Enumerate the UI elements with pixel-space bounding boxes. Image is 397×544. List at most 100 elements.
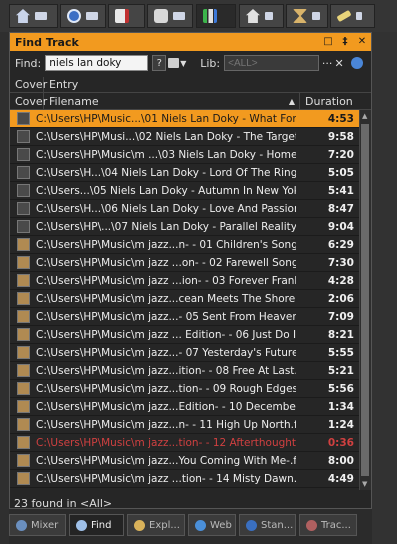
maximize-icon[interactable]: □ <box>323 35 333 47</box>
track-row[interactable]: C:\Users\HP\Music\m ...\03 Niels Lan Dok… <box>10 146 359 164</box>
home-icon <box>246 9 260 23</box>
duration-cell: 8:00 <box>327 454 354 467</box>
track-row[interactable]: C:\Users\HP\Music\m jazz...uture - studi… <box>10 488 359 490</box>
track-row[interactable]: C:\Users\HP\Music\m jazz ...on- - 02 Far… <box>10 254 359 272</box>
duration-cell: 5:56 <box>327 382 354 395</box>
duration-cell: 7:30 <box>327 256 354 269</box>
track-row[interactable]: C:\Users\HP\Music\m jazz...ition- - 08 F… <box>10 362 359 380</box>
cover-cell <box>10 364 36 377</box>
tab-music-file[interactable] <box>108 4 145 28</box>
folder-icon <box>168 58 180 68</box>
bottom-tab-stan[interactable]: Stan... <box>239 514 296 536</box>
filename-column-header[interactable]: Filename ▲ <box>44 93 300 109</box>
find-input[interactable] <box>45 55 149 71</box>
track-row[interactable]: C:\Users\H...\04 Niels Lan Doky - Lord O… <box>10 164 359 182</box>
cover-group-header[interactable]: Cover <box>10 77 47 92</box>
track-row[interactable]: C:\Users\HP\Music...\01 Niels Lan Doky -… <box>10 110 359 128</box>
filename-cell: C:\Users\HP\Music\m ...\03 Niels Lan Dok… <box>36 148 296 161</box>
track-row[interactable]: C:\Users...\05 Niels Lan Doky - Autumn I… <box>10 182 359 200</box>
tab-notes[interactable] <box>330 4 375 28</box>
bottom-tab-expl[interactable]: Expl... <box>127 514 185 536</box>
tab-clock[interactable] <box>60 4 106 28</box>
track-row[interactable]: C:\Users\HP\Musi...\02 Niels Lan Doky - … <box>10 128 359 146</box>
search-options-icon[interactable] <box>351 57 364 69</box>
library-clear-button[interactable]: ✕ <box>333 55 345 71</box>
filename-cell: C:\Users\HP\Music\m jazz ...ion- - 03 Fo… <box>36 274 296 287</box>
filter-dropdown-button[interactable]: ▼ <box>168 55 192 71</box>
help-button[interactable]: ? <box>152 55 167 71</box>
track-row[interactable]: C:\Users\HP\Music\m jazz...- 05 Sent Fro… <box>10 308 359 326</box>
track-list[interactable]: C:\Users\HP\Music...\01 Niels Lan Doky -… <box>10 110 359 490</box>
duration-cell: 4:28 <box>327 274 354 287</box>
duration-column-header[interactable]: Duration <box>300 93 371 109</box>
library-browse-button[interactable]: ··· <box>321 55 333 71</box>
filename-cell: C:\Users\HP\Music\m jazz...- 07 Yesterda… <box>36 346 296 359</box>
track-row[interactable]: C:\Users\HP\Music\m jazz...You Coming Wi… <box>10 452 359 470</box>
scrollbar-thumb[interactable] <box>361 124 369 476</box>
tab-hourglass[interactable] <box>286 4 328 28</box>
album-cover-thumbnail <box>16 220 30 233</box>
cover-cell <box>10 418 36 431</box>
cover-cell <box>10 148 36 161</box>
track-row[interactable]: C:\Users\H...\06 Niels Lan Doky - Love A… <box>10 200 359 218</box>
cover-cell <box>10 220 36 233</box>
close-icon[interactable]: ✕ <box>357 35 367 47</box>
bottom-tab-trac[interactable]: Trac... <box>299 514 357 536</box>
album-cover-thumbnail <box>16 166 30 179</box>
scroll-down-icon[interactable]: ▼ <box>362 480 367 488</box>
duration-cell: 5:05 <box>327 166 354 179</box>
library-input[interactable] <box>224 55 320 71</box>
duration-cell: 4:53 <box>327 112 354 125</box>
album-cover-thumbnail <box>16 328 30 341</box>
track-row[interactable]: C:\Users\HP\Music\m jazz ... Edition- - … <box>10 326 359 344</box>
duration-cell: 9:58 <box>327 130 354 143</box>
cover-cell <box>10 112 36 125</box>
track-row[interactable]: C:\Users\HP\Music\m jazz ...ion- - 03 Fo… <box>10 272 359 290</box>
cover-column-header[interactable]: Cover <box>10 93 47 109</box>
lib-label: Lib: <box>200 56 221 70</box>
home-icon <box>16 9 30 23</box>
tab-disc[interactable] <box>147 4 193 28</box>
duration-cell: 4:49 <box>327 472 354 485</box>
track-row[interactable]: C:\Users\HP\Music\m jazz...n- - 11 High … <box>10 416 359 434</box>
explorer-icon <box>134 519 145 531</box>
track-row[interactable]: C:\Users\HP\Music\m jazz...n- - 01 Child… <box>10 236 359 254</box>
duration-cell: 1:34 <box>327 400 354 413</box>
filename-cell: C:\Users\HP\Music\m jazz...n- - 11 High … <box>36 418 296 431</box>
top-tab-bar <box>0 0 397 32</box>
bottom-tab-find[interactable]: Find <box>69 514 124 536</box>
scroll-up-icon[interactable]: ▲ <box>362 112 367 120</box>
entry-group-header[interactable]: Entry <box>44 77 371 92</box>
album-cover-thumbnail <box>16 400 30 413</box>
album-cover-thumbnail <box>16 346 30 359</box>
track-row[interactable]: C:\Users\HP\Music\m jazz ...tion- - 14 M… <box>10 470 359 488</box>
track-row[interactable]: C:\Users\HP\Music\m jazz...tion- - 09 Ro… <box>10 380 359 398</box>
chevron-down-icon: ▼ <box>180 58 187 68</box>
track-row[interactable]: C:\Users\HP\Music\m jazz...cean Meets Th… <box>10 290 359 308</box>
panel-titlebar: Find Track □ ‡ ✕ <box>10 33 371 51</box>
album-cover-thumbnail <box>16 202 30 215</box>
pin-icon[interactable]: ‡ <box>340 35 350 47</box>
track-row[interactable]: C:\Users\HP\...\07 Niels Lan Doky - Para… <box>10 218 359 236</box>
clock-icon <box>67 9 81 23</box>
disc-icon <box>154 9 168 23</box>
filename-cell: C:\Users\HP\Music\m jazz...You Coming Wi… <box>36 454 296 467</box>
track-list-scrollbar[interactable]: ▲ ▼ <box>359 110 371 490</box>
duration-cell: 7:09 <box>327 310 354 323</box>
tab-home[interactable] <box>9 4 58 28</box>
duration-cell: 7:20 <box>327 148 354 161</box>
track-row[interactable]: C:\Users\HP\Music\m jazz...Edition- - 10… <box>10 398 359 416</box>
bottom-tab-mixer[interactable]: Mixer <box>9 514 66 536</box>
track-row[interactable]: C:\Users\HP\Music\m jazz...tion- - 12 Af… <box>10 434 359 452</box>
track-row[interactable]: C:\Users\HP\Music\m jazz...- 07 Yesterda… <box>10 344 359 362</box>
album-cover-thumbnail <box>16 418 30 431</box>
tab-chart[interactable] <box>196 4 236 28</box>
bottom-tab-web[interactable]: Web <box>188 514 236 536</box>
bottom-tab-label: Trac... <box>321 519 351 531</box>
sort-ascending-icon: ▲ <box>288 96 295 106</box>
duration-cell: 8:21 <box>327 328 354 341</box>
find-track-panel: Find Track □ ‡ ✕ Find: ? ▼ Lib: ··· ✕ Co… <box>9 32 372 509</box>
tab-home-2[interactable] <box>239 4 284 28</box>
album-cover-thumbnail <box>16 148 30 161</box>
bottom-tab-label: Expl... <box>149 519 180 531</box>
